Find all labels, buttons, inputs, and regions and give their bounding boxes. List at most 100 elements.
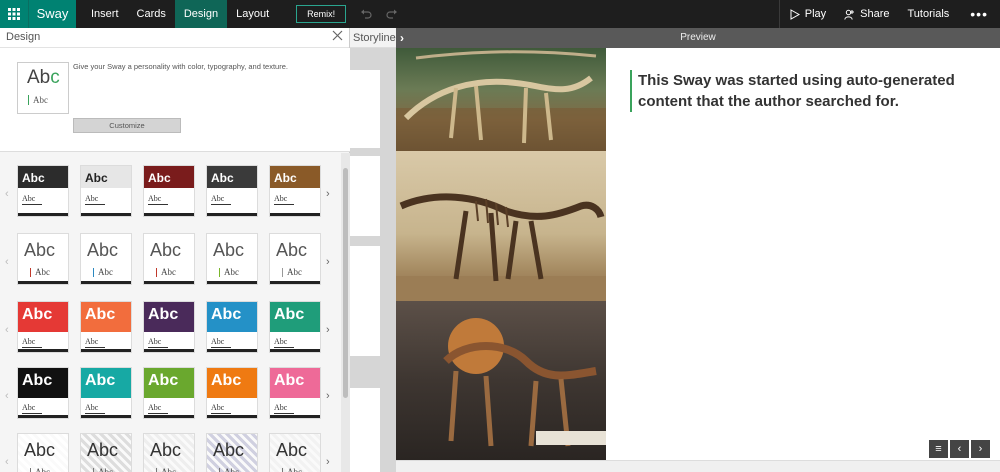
- style-tile-subtitle: Abc: [287, 267, 302, 277]
- chevron-left-icon[interactable]: ‹: [5, 456, 9, 468]
- style-tile[interactable]: Abc Abc: [17, 165, 69, 217]
- preview-photo-strip: [396, 48, 606, 460]
- style-tile[interactable]: Abc Abc: [17, 433, 69, 472]
- style-tile[interactable]: Abc Abc: [206, 367, 258, 419]
- top-bar: Sway Insert Cards Design Layout Remix! P…: [0, 0, 1000, 28]
- navigation-list-icon[interactable]: ≡: [929, 440, 948, 458]
- chevron-left-icon[interactable]: ‹: [5, 390, 9, 402]
- style-tile-title: Abc: [274, 372, 305, 389]
- style-tile[interactable]: Abc Abc: [17, 367, 69, 419]
- style-tile-underline: [18, 281, 68, 284]
- style-tile-title: Abc: [211, 372, 242, 389]
- chevron-right-icon[interactable]: ›: [326, 390, 330, 402]
- storyline-card[interactable]: [350, 70, 380, 148]
- sample-body: Abc: [33, 95, 48, 105]
- redo-icon[interactable]: [386, 8, 398, 20]
- style-tile[interactable]: Abc Abc: [206, 165, 258, 217]
- design-description: Give your Sway a personality with color,…: [73, 62, 288, 71]
- style-tile[interactable]: Abc Abc: [80, 165, 132, 217]
- play-button[interactable]: Play: [780, 0, 835, 28]
- chevron-right-icon[interactable]: ›: [326, 188, 330, 200]
- style-tile-accent-bar: [156, 468, 157, 472]
- style-tile-title: Abc: [87, 440, 119, 460]
- chevron-right-icon[interactable]: ›: [326, 324, 330, 336]
- style-tile[interactable]: Abc Abc: [80, 233, 132, 285]
- style-tile-divider: [148, 413, 168, 414]
- chevron-right-icon[interactable]: ›: [326, 256, 330, 268]
- style-tile-subtitle: Abc: [85, 194, 99, 203]
- style-tile-underline: [270, 415, 320, 418]
- style-tile[interactable]: Abc Abc: [17, 233, 69, 285]
- skeleton-image: [396, 193, 606, 301]
- style-tile[interactable]: Abc Abc: [143, 233, 195, 285]
- style-tile[interactable]: Abc Abc: [143, 433, 195, 472]
- style-tile-accent-bar: [282, 268, 283, 277]
- dinosaur-skeleton-photo[interactable]: [396, 48, 606, 151]
- style-tile[interactable]: Abc Abc: [80, 367, 132, 419]
- style-tile[interactable]: Abc Abc: [206, 233, 258, 285]
- tutorials-button[interactable]: Tutorials: [899, 0, 959, 28]
- customize-button[interactable]: Customize: [73, 118, 181, 133]
- style-tile[interactable]: Abc Abc: [206, 433, 258, 472]
- more-options-button[interactable]: •••: [958, 6, 1000, 22]
- style-tile-title: Abc: [276, 440, 308, 460]
- style-tile-divider: [22, 204, 42, 205]
- current-style-preview: Abc Abc: [17, 62, 69, 114]
- style-tile-divider: [211, 204, 231, 205]
- style-tile[interactable]: Abc Abc: [269, 367, 321, 419]
- scrollbar-thumb[interactable]: [343, 168, 348, 398]
- storyline-card[interactable]: [350, 156, 380, 236]
- triceratops-skeleton-photo[interactable]: [396, 301, 606, 460]
- style-tile-title: Abc: [22, 171, 45, 185]
- dinosaur-skeleton-photo[interactable]: [396, 151, 606, 301]
- style-tile[interactable]: Abc Abc: [269, 165, 321, 217]
- undo-icon[interactable]: [360, 8, 372, 20]
- app-brand[interactable]: Sway: [28, 0, 76, 28]
- style-tile[interactable]: Abc Abc: [143, 301, 195, 353]
- style-tile-subtitle: Abc: [161, 267, 176, 277]
- tab-insert[interactable]: Insert: [82, 0, 128, 28]
- style-tile-subtitle: Abc: [35, 267, 50, 277]
- tab-layout[interactable]: Layout: [227, 0, 278, 28]
- style-tile[interactable]: Abc Abc: [17, 301, 69, 353]
- style-tile-subtitle: Abc: [22, 337, 36, 346]
- app-launcher-button[interactable]: [0, 0, 28, 28]
- remix-button[interactable]: Remix!: [296, 5, 347, 23]
- play-icon: [790, 8, 800, 20]
- storyline-header[interactable]: Storyline: [350, 28, 396, 48]
- next-icon[interactable]: ›: [971, 440, 990, 458]
- share-button[interactable]: Share: [835, 0, 898, 28]
- style-row: ‹ Abc Abc Abc Abc Abc Abc Abc Abc Abc Abc ›: [0, 301, 340, 361]
- style-tile-divider: [148, 347, 168, 348]
- style-tile-accent-bar: [282, 468, 283, 472]
- chevron-left-icon[interactable]: ‹: [5, 188, 9, 200]
- storyline-card[interactable]: [350, 388, 380, 472]
- style-tile-divider: [85, 204, 105, 205]
- storyline-card[interactable]: [350, 246, 380, 356]
- preview-scrollbar[interactable]: [396, 460, 1000, 472]
- style-tile[interactable]: Abc Abc: [80, 433, 132, 472]
- style-tile[interactable]: Abc Abc: [80, 301, 132, 353]
- style-tile-underline: [207, 349, 257, 352]
- style-tile-accent-bar: [93, 268, 94, 277]
- tab-cards[interactable]: Cards: [128, 0, 175, 28]
- tab-design[interactable]: Design: [174, 0, 228, 28]
- style-tile[interactable]: Abc Abc: [269, 233, 321, 285]
- previous-icon[interactable]: ‹: [950, 440, 969, 458]
- chevron-left-icon[interactable]: ‹: [5, 324, 9, 336]
- style-tile[interactable]: Abc Abc: [269, 301, 321, 353]
- style-tile[interactable]: Abc Abc: [269, 433, 321, 472]
- accent-bar: [28, 95, 29, 105]
- close-icon[interactable]: [331, 29, 344, 42]
- style-tile-accent-bar: [219, 468, 220, 472]
- style-tile[interactable]: Abc Abc: [143, 367, 195, 419]
- style-tile-underline: [18, 349, 68, 352]
- chevron-left-icon[interactable]: ‹: [5, 256, 9, 268]
- style-tile-underline: [144, 349, 194, 352]
- style-tile[interactable]: Abc Abc: [206, 301, 258, 353]
- style-tile-title: Abc: [211, 171, 234, 185]
- style-row: ‹ Abc Abc Abc Abc Abc Abc Abc Abc Abc Abc ›: [0, 165, 340, 225]
- chevron-right-icon[interactable]: ›: [326, 456, 330, 468]
- style-tile-title: Abc: [85, 306, 116, 323]
- style-tile[interactable]: Abc Abc: [143, 165, 195, 217]
